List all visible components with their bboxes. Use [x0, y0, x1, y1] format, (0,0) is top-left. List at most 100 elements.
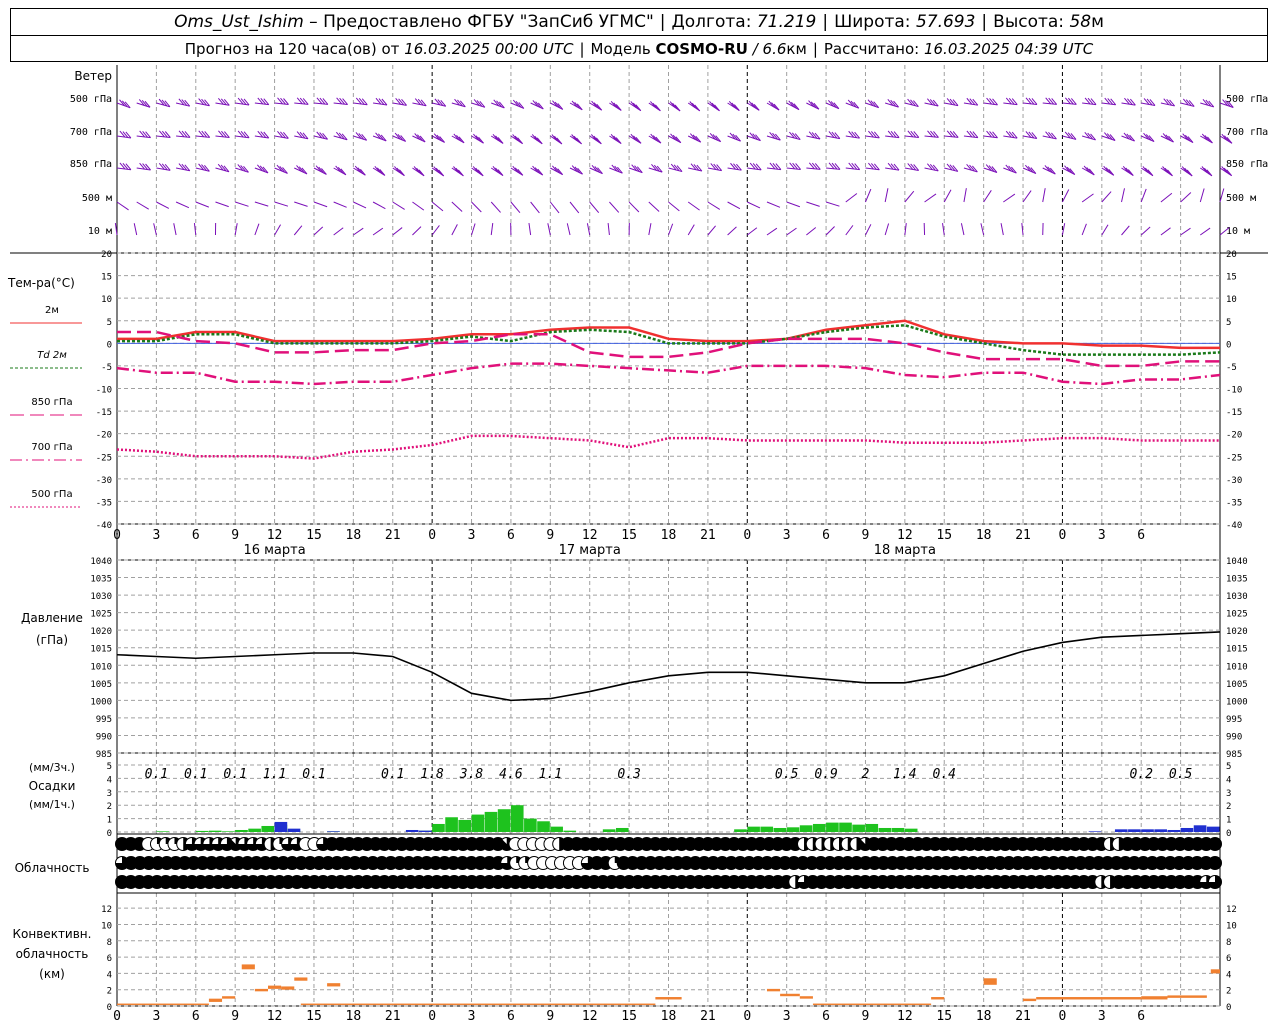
- precip-ytick: 3: [107, 789, 112, 799]
- precip-bar: [734, 829, 747, 832]
- temp-ytick-right: -15: [1226, 408, 1242, 418]
- pressure-ytick: 1015: [90, 645, 112, 655]
- wind-barb: [431, 201, 444, 212]
- conv-xtick: 9: [546, 1009, 554, 1024]
- wind-barb: [687, 201, 700, 211]
- conv-ytick: 2: [107, 987, 112, 997]
- pressure-ytick: 990: [96, 732, 112, 742]
- wind-barb: [786, 201, 801, 208]
- pressure-ytick-right: 1020: [1226, 627, 1248, 637]
- conv-xtick: 18: [661, 1009, 677, 1024]
- wind-barb: [1121, 225, 1130, 236]
- precip-bar: [878, 827, 892, 832]
- precip-ytick-right: 0: [1226, 829, 1231, 839]
- conv-xtick: 0: [113, 1009, 121, 1024]
- precip-bar: [839, 822, 852, 832]
- wind-barb: [1160, 227, 1171, 236]
- conv-title-2: облачность: [16, 947, 89, 961]
- wind-barb: [1140, 226, 1151, 236]
- precip-hourly-bar: [274, 821, 288, 832]
- temp-xtick: 21: [385, 528, 401, 543]
- precip-hourly-bar: [1167, 829, 1181, 832]
- conv-xtick: 3: [152, 1009, 160, 1024]
- temp-title: Тем-ра(°C): [7, 276, 75, 290]
- temp-xtick: 0: [1059, 528, 1067, 543]
- precip-bar: [484, 811, 498, 832]
- pressure-ytick-right: 990: [1226, 732, 1242, 742]
- temp-ytick-right: -35: [1226, 498, 1242, 508]
- conv-ytick-right: 4: [1226, 970, 1231, 980]
- wind-barb: [451, 224, 458, 236]
- wind-barb: [1140, 188, 1147, 203]
- temp-xtick: 6: [507, 528, 515, 543]
- precip-bar: [445, 817, 458, 832]
- conv-ytick: 6: [107, 954, 112, 964]
- conv-xtick: 6: [507, 1009, 515, 1024]
- conv-bar: [300, 1003, 656, 1006]
- precip-bar: [208, 830, 222, 832]
- temp-ytick: 10: [101, 295, 112, 305]
- conv-bar: [294, 977, 308, 981]
- temp-xtick: 18: [976, 528, 992, 543]
- temp-legend-label: 700 гПа: [31, 442, 72, 453]
- precip-bar: [799, 825, 813, 832]
- precip-bar: [760, 826, 774, 832]
- temp-xtick: 6: [1137, 528, 1145, 543]
- wind-level-label-right: 10 м: [1226, 226, 1250, 237]
- wind-barb: [845, 193, 858, 203]
- precip-bar: [852, 824, 865, 832]
- wind-barb: [274, 224, 282, 236]
- temp-xtick: 0: [743, 528, 751, 543]
- precip-total-label: 0.4: [933, 767, 956, 782]
- wind-barb: [333, 227, 344, 236]
- wind-barb: [195, 201, 210, 208]
- temp-ytick-right: 10: [1226, 295, 1237, 305]
- conv-ytick-right: 6: [1226, 954, 1231, 964]
- temp-ytick-right: -30: [1226, 476, 1242, 486]
- pressure-ytick-right: 1005: [1226, 680, 1248, 690]
- wind-barb: [607, 223, 610, 236]
- precip-total-label: 0.5: [1169, 767, 1193, 782]
- precip-bar: [537, 821, 550, 832]
- wind-barb: [372, 227, 384, 236]
- wind-barb: [175, 201, 190, 209]
- conv-xtick: 6: [192, 1009, 200, 1024]
- wind-barb: [1022, 190, 1032, 203]
- conv-bar: [766, 988, 781, 992]
- wind-barb: [1003, 193, 1016, 203]
- wind-barb: [136, 201, 149, 210]
- conv-xtick: 3: [783, 1009, 791, 1024]
- precip-bar: [563, 830, 577, 832]
- precip-hourly-bar: [1114, 829, 1128, 832]
- wind-barb: [1000, 223, 1004, 236]
- temp-legend-label: 500 гПа: [31, 489, 72, 500]
- precip-ytick: 4: [107, 775, 112, 785]
- precip-bar: [865, 823, 879, 832]
- precip-bar: [497, 809, 511, 832]
- temp-legend-label: Td 2м: [37, 350, 67, 361]
- wind-barb: [1081, 193, 1094, 203]
- precip-bar: [891, 827, 905, 832]
- pressure-ytick: 985: [96, 750, 112, 760]
- conv-xtick: 15: [306, 1009, 322, 1024]
- wind-barb: [1199, 188, 1205, 203]
- conv-ytick-right: 0: [1226, 1003, 1231, 1013]
- precip-total-label: 1.1: [539, 767, 562, 782]
- conv-xtick: 21: [700, 1009, 716, 1024]
- conv-bar: [222, 996, 236, 999]
- wind-barb: [173, 223, 177, 236]
- conv-ytick-right: 10: [1226, 921, 1237, 931]
- wind-barb: [904, 223, 907, 236]
- conv-bar: [1023, 998, 1037, 1002]
- conv-bar: [1036, 997, 1142, 1000]
- precip-hourly-bar: [1141, 829, 1154, 832]
- pressure-ytick-right: 1010: [1226, 662, 1248, 672]
- meteogram: Ветер 500 гПа 500 гПа 700 гПа 700 гПа 850 гПа…: [7, 65, 1268, 1024]
- pressure-ytick: 995: [96, 715, 112, 725]
- conv-xtick: 6: [1137, 1009, 1145, 1024]
- conv-bar: [208, 998, 223, 1002]
- conv-bar: [812, 1003, 932, 1006]
- precip-bar: [222, 831, 235, 832]
- temp-xtick: 9: [862, 528, 870, 543]
- temp-xtick: 12: [897, 528, 913, 543]
